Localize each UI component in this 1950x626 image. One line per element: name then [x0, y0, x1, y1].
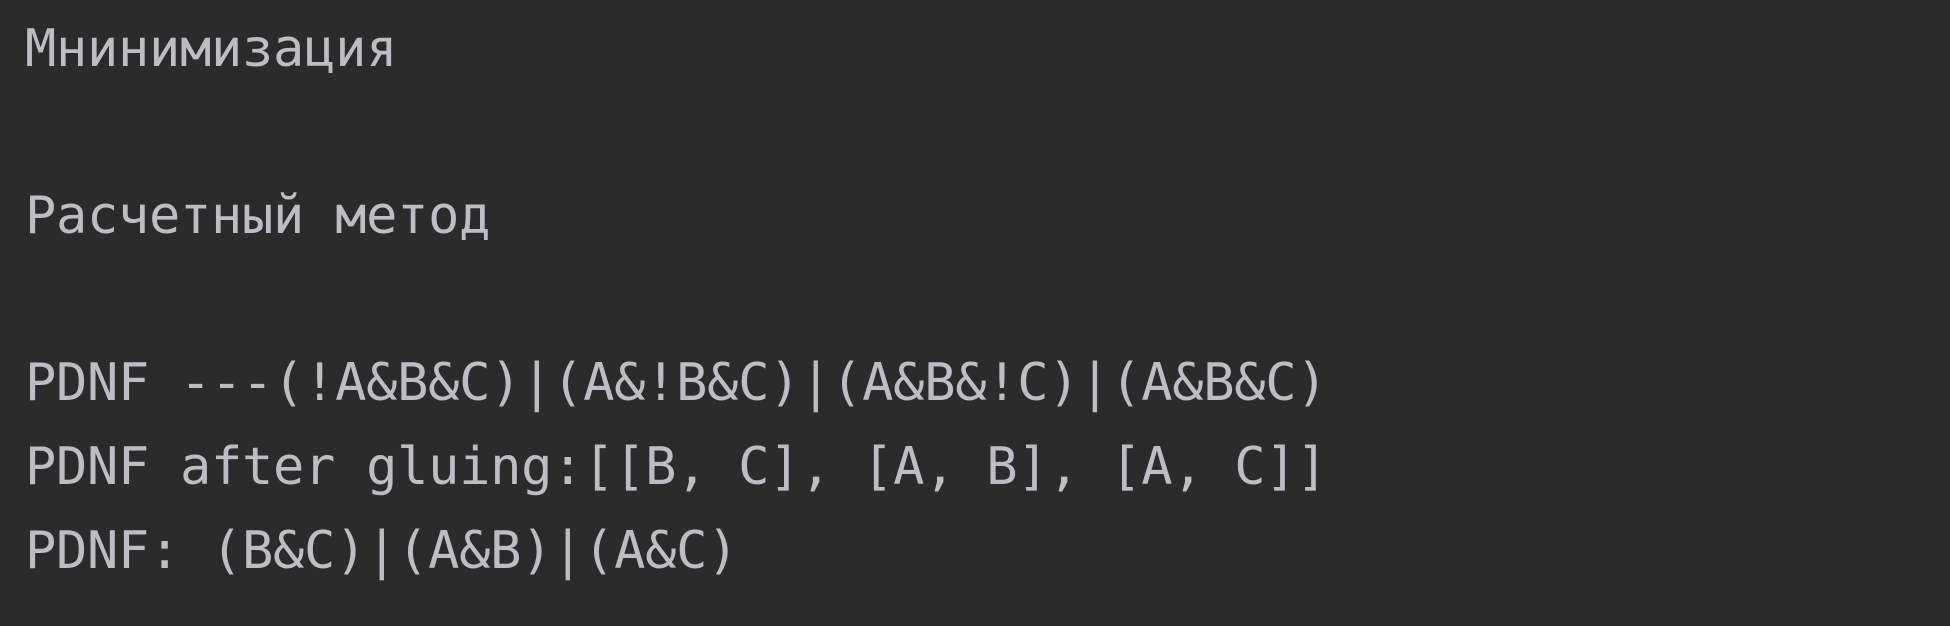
console-line-method: Расчетный метод	[25, 186, 491, 246]
console-output: Мнинимизация Расчетный метод PDNF ---(!A…	[0, 0, 1950, 626]
console-line-pdnf: PDNF ---(!A&B&C)|(A&!B&C)|(A&B&!C)|(A&B&…	[25, 353, 1328, 413]
console-line-gluing: PDNF after gluing:[[B, C], [A, B], [A, C…	[25, 437, 1328, 497]
console-line-heading: Мнинимизация	[25, 19, 398, 79]
console-line-result: PDNF: (B&C)|(A&B)|(A&C)	[25, 521, 739, 581]
